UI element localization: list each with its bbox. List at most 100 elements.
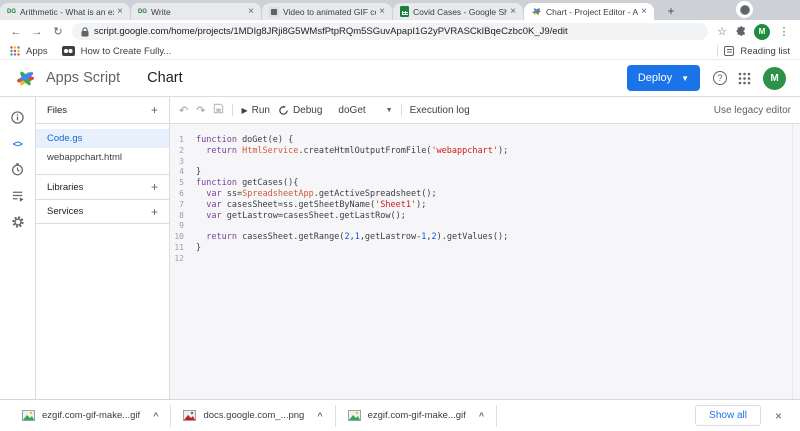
- function-selector[interactable]: doGet ▼: [338, 105, 392, 116]
- bookmarks-divider: [717, 45, 719, 57]
- product-name[interactable]: Apps Script: [46, 70, 120, 86]
- code-lines: 1 function doGet(e) {2 return HtmlService…: [170, 135, 800, 265]
- code-token: .getActiveSpreadsheet();: [313, 188, 437, 199]
- gif-site-icon: [269, 6, 279, 17]
- browser-tab[interactable]: DG Arithmetic - What is an examp×: [0, 3, 130, 20]
- left-rail: <>: [0, 97, 36, 399]
- debug-icon: [279, 104, 288, 115]
- download-item[interactable]: ezgif.com-gif-make...gif ^: [336, 405, 496, 427]
- panel-section-services[interactable]: Services +: [36, 199, 169, 224]
- code-token: .createHtmlOutputFromFile(: [298, 145, 432, 156]
- debug-button[interactable]: Debug: [278, 105, 322, 116]
- apps-script-header: Apps Script Chart Deploy ▼ ? M: [0, 60, 800, 97]
- code-token: HtmlService: [242, 145, 299, 156]
- help-icon[interactable]: ?: [713, 71, 727, 85]
- code-token: );: [497, 145, 509, 156]
- line-number: 1: [179, 135, 184, 144]
- panel-section-libraries[interactable]: Libraries +: [36, 174, 169, 199]
- file-row[interactable]: webappchart.html: [36, 148, 169, 167]
- download-caret-icon[interactable]: ^: [317, 411, 322, 421]
- files-panel-header: Files +: [36, 97, 169, 124]
- apps-script-icon: [532, 8, 541, 15]
- code-token: var: [206, 199, 227, 210]
- debug-label: Debug: [292, 104, 323, 116]
- code-token: function: [196, 178, 243, 189]
- downloads-bar: ezgif.com-gif-make...gif ^ docs.google.com…: [0, 399, 800, 431]
- tab-close-icon[interactable]: ×: [641, 6, 647, 17]
- undo-icon[interactable]: ↶: [179, 104, 188, 117]
- tab-title: Write: [151, 6, 171, 17]
- tab-title: Arithmetic - What is an examp: [20, 6, 114, 17]
- reload-icon[interactable]: ↻: [51, 25, 65, 39]
- show-all-button[interactable]: Show all: [695, 405, 761, 426]
- download-item[interactable]: docs.google.com_...png ^: [171, 405, 334, 427]
- browser-avatar[interactable]: M: [754, 23, 770, 40]
- bookmark-star-icon[interactable]: ☆: [715, 25, 729, 39]
- tab-title: Chart - Project Editor - Apps S: [546, 6, 639, 17]
- tab-close-icon[interactable]: ×: [248, 6, 254, 17]
- line-number: 9: [179, 221, 184, 231]
- browser-tab[interactable]: Chart - Project Editor - Apps S×: [524, 3, 654, 20]
- downloads-close-icon[interactable]: ×: [775, 409, 782, 423]
- save-icon[interactable]: [213, 103, 224, 117]
- use-legacy-editor-link[interactable]: Use legacy editor: [714, 105, 791, 116]
- reading-list-label[interactable]: Reading list: [740, 46, 790, 57]
- tab-close-icon[interactable]: ×: [510, 6, 516, 17]
- screen-record-icon[interactable]: [736, 1, 753, 18]
- settings-gear-icon[interactable]: [10, 214, 25, 229]
- browser-tab-strip: DGArithmetic - What is an examp×DGWrite×…: [0, 0, 800, 20]
- download-caret-icon[interactable]: ^: [479, 411, 484, 421]
- code-token: );: [416, 199, 427, 210]
- project-title[interactable]: Chart: [147, 70, 182, 86]
- redo-icon[interactable]: ↷: [196, 104, 205, 117]
- code-editor[interactable]: 1 function doGet(e) {2 return HtmlService…: [170, 124, 800, 399]
- browser-tab[interactable]: DG Write ×: [131, 3, 261, 20]
- code-line: 8 var getLastrow=casesSheet.getLastRow()…: [170, 211, 800, 222]
- line-number: 7: [179, 199, 184, 209]
- address-bar[interactable]: script.google.com/home/projects/1MDIg8JR…: [72, 23, 708, 40]
- bookmarks-bar: Apps How to Create Fully... Reading list: [0, 43, 800, 60]
- browser-tab[interactable]: Video to animated GIF conver×: [262, 3, 392, 20]
- code-line: 5 function getCases(){: [170, 178, 800, 189]
- download-caret-icon[interactable]: ^: [153, 411, 158, 421]
- back-icon[interactable]: ←: [9, 25, 23, 39]
- bookmark-item[interactable]: How to Create Fully...: [81, 46, 172, 57]
- panel-sections: Libraries + Services +: [36, 174, 169, 224]
- triggers-clock-icon[interactable]: [10, 162, 25, 177]
- code-token: return: [206, 232, 243, 243]
- section-add-icon[interactable]: +: [151, 180, 158, 194]
- section-add-icon[interactable]: +: [151, 205, 158, 219]
- browser-menu-icon[interactable]: ⋮: [777, 25, 791, 39]
- overview-info-icon[interactable]: [10, 110, 25, 125]
- line-number: 3: [179, 156, 184, 166]
- browser-tab[interactable]: Covid Cases - Google Sheets×: [393, 3, 523, 20]
- new-tab-button[interactable]: +: [662, 3, 680, 20]
- deploy-button[interactable]: Deploy ▼: [626, 65, 700, 91]
- code-line: 11}: [170, 243, 800, 254]
- executions-list-icon[interactable]: [10, 188, 25, 203]
- account-avatar[interactable]: M: [763, 66, 786, 90]
- forward-icon[interactable]: →: [30, 25, 44, 39]
- bookmarks-apps-label[interactable]: Apps: [26, 46, 48, 57]
- code-token: getLastrow=casesSheet.getLastRow();: [226, 210, 406, 221]
- google-apps-grid-icon[interactable]: [738, 72, 751, 85]
- execution-log-button[interactable]: Execution log: [410, 105, 470, 116]
- google-sheets-icon: [400, 6, 409, 17]
- extensions-puzzle-icon[interactable]: [736, 26, 747, 37]
- file-row[interactable]: Code.gs: [36, 129, 169, 148]
- code-token: function: [196, 135, 243, 145]
- download-item[interactable]: ezgif.com-gif-make...gif ^: [10, 405, 170, 427]
- editor-code-icon[interactable]: <>: [10, 136, 25, 151]
- add-file-icon[interactable]: +: [151, 103, 158, 117]
- run-label: Run: [251, 104, 270, 116]
- tab-close-icon[interactable]: ×: [379, 6, 385, 17]
- file-list: Code.gs webappchart.html: [36, 124, 169, 167]
- run-button[interactable]: ▶ Run: [241, 105, 270, 116]
- line-number: 10: [174, 232, 184, 242]
- tab-close-icon[interactable]: ×: [117, 6, 123, 17]
- editor-toolbar: ↶ ↷ ▶ Run Debug doGet ▼ Execution log Us…: [170, 97, 800, 124]
- line-number: 12: [174, 253, 184, 263]
